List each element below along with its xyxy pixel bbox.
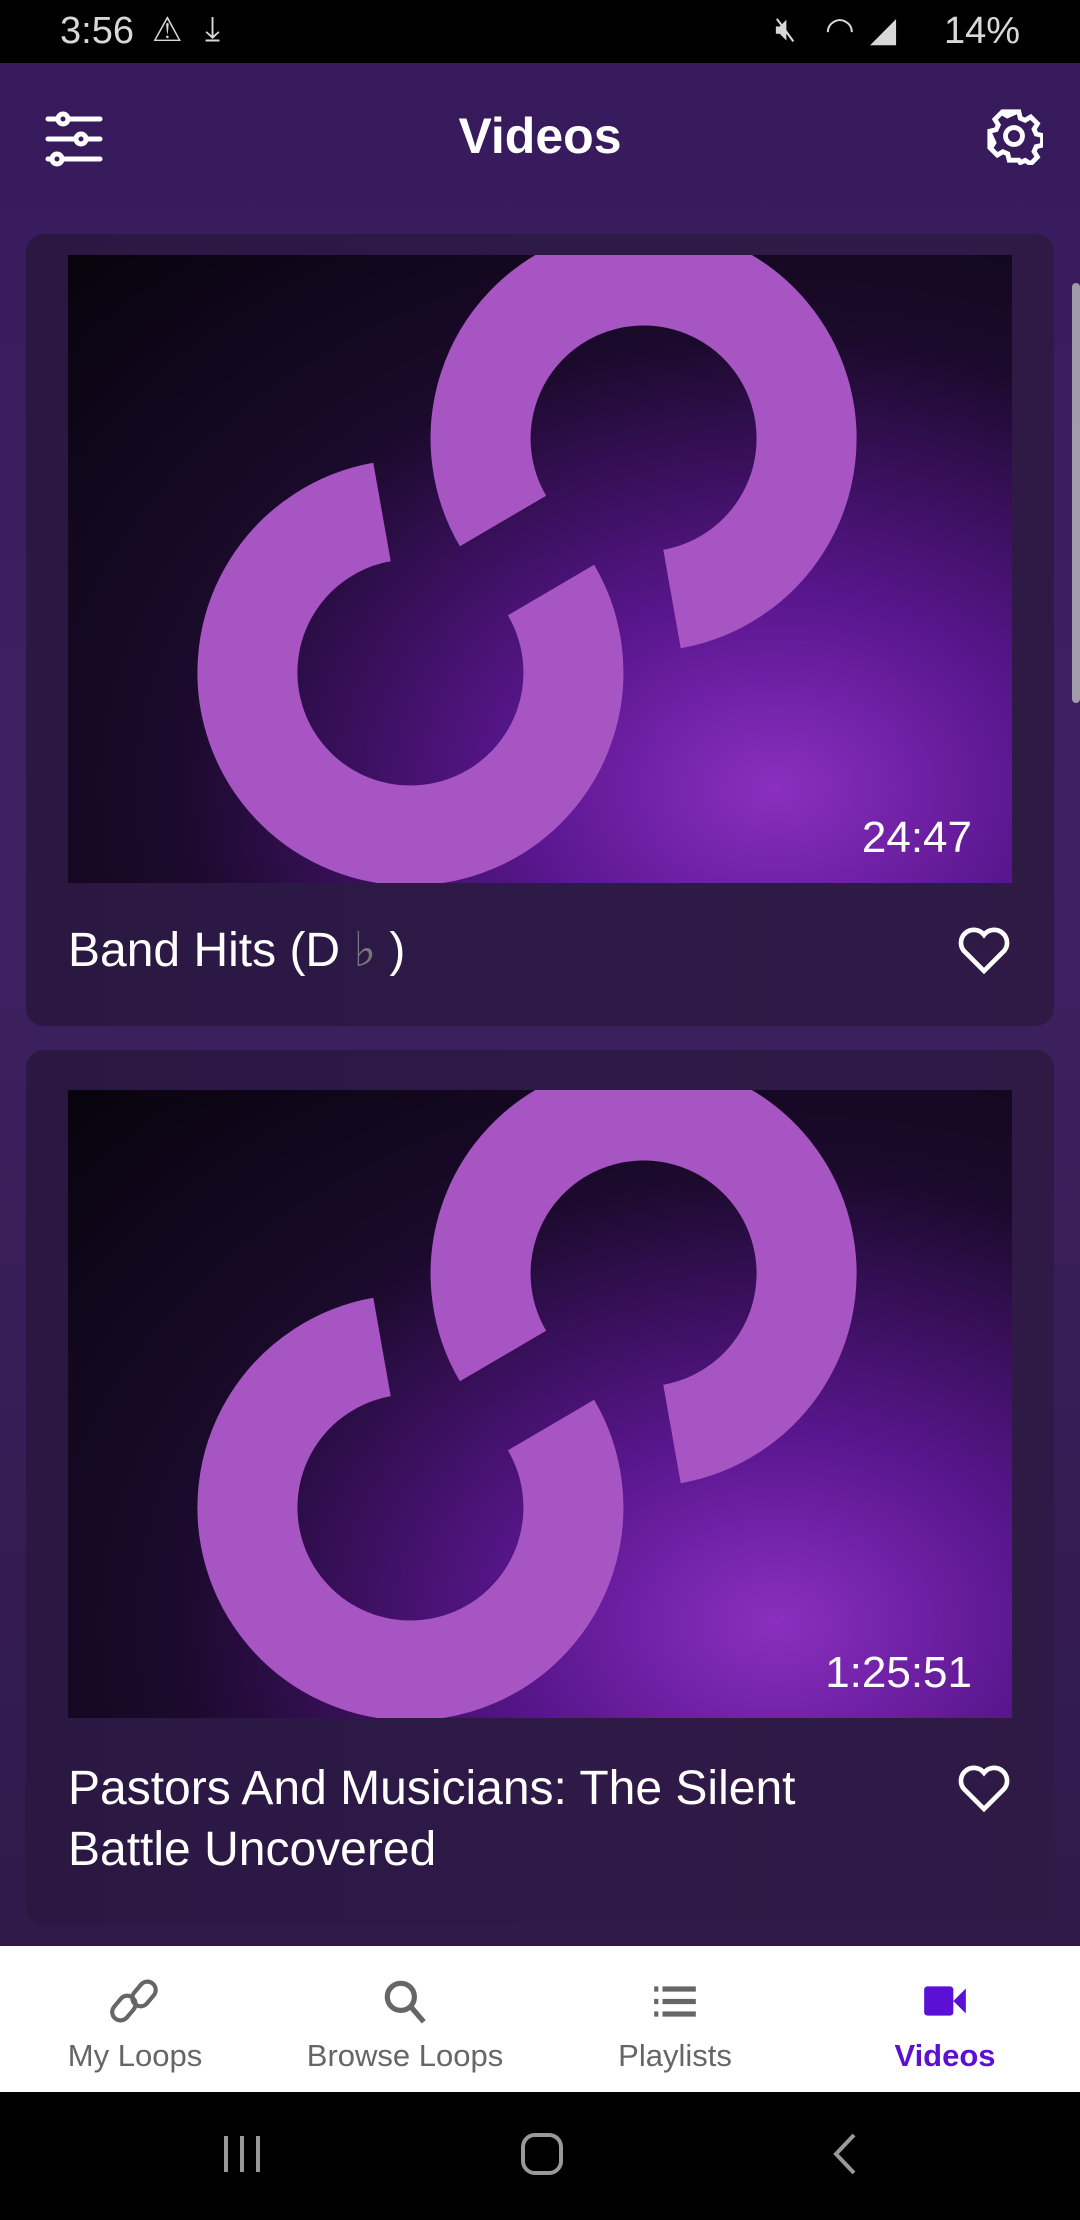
- download-icon: ⤓: [205, 10, 221, 48]
- page-title: Videos: [458, 108, 622, 164]
- gear-icon[interactable]: [985, 107, 1043, 165]
- bottom-nav: My Loops Browse Loops Playlists Videos: [0, 1946, 1080, 2092]
- tab-label: My Loops: [67, 2038, 203, 2073]
- video-card[interactable]: 24:47 Band Hits (D ♭ ): [26, 234, 1054, 1026]
- tab-label: Browse Loops: [306, 2038, 504, 2073]
- tab-videos[interactable]: Videos: [810, 1946, 1080, 2092]
- status-bar: 3:56 ⚠ ⤓ 🔇︎ ◠ ◢ 14%: [0, 0, 1080, 63]
- video-title: Band Hits (D ♭ ): [68, 924, 406, 977]
- system-nav-bar: [0, 2092, 1080, 2220]
- tab-my-loops[interactable]: My Loops: [0, 1946, 270, 2092]
- loop-logo-icon: [197, 255, 857, 883]
- videos-screen: Videos 24:47 Band Hits (D ♭ ) 1:25:51 Pa…: [0, 63, 1080, 1946]
- video-thumbnail[interactable]: 1:25:51: [68, 1090, 1012, 1718]
- home-icon[interactable]: [520, 2132, 564, 2176]
- wifi-icon: ◠: [825, 11, 855, 49]
- video-title: Pastors And Musicians: The Silent Battle…: [68, 1762, 796, 1876]
- loop-logo-icon: [197, 1090, 857, 1718]
- list-icon: [654, 1986, 696, 2017]
- video-thumbnail[interactable]: 24:47: [68, 255, 1012, 883]
- mute-icon: 🔇︎: [775, 10, 797, 48]
- search-icon: [384, 1980, 426, 2024]
- signal-icon: ◢: [870, 11, 897, 49]
- warning-icon: ⚠: [152, 11, 183, 49]
- scrollbar[interactable]: [1072, 283, 1080, 703]
- tab-label: Playlists: [618, 2038, 732, 2073]
- battery-level: 14%: [943, 10, 1020, 52]
- tab-label: Videos: [894, 2038, 996, 2073]
- link-icon: [110, 1979, 158, 2023]
- video-duration: 24:47: [861, 813, 972, 862]
- tab-browse-loops[interactable]: Browse Loops: [270, 1946, 540, 2092]
- status-time: 3:56: [60, 10, 134, 52]
- favorite-heart-icon[interactable]: [956, 924, 1012, 976]
- recent-apps-icon[interactable]: [222, 2132, 262, 2176]
- tab-playlists[interactable]: Playlists: [540, 1946, 810, 2092]
- video-duration: 1:25:51: [825, 1648, 972, 1697]
- favorite-heart-icon[interactable]: [956, 1762, 1012, 1814]
- video-card[interactable]: 1:25:51 Pastors And Musicians: The Silen…: [26, 1050, 1054, 1925]
- app-bar: Videos: [0, 63, 1080, 233]
- video-camera-icon: [924, 1986, 966, 2016]
- back-icon[interactable]: [830, 2132, 860, 2176]
